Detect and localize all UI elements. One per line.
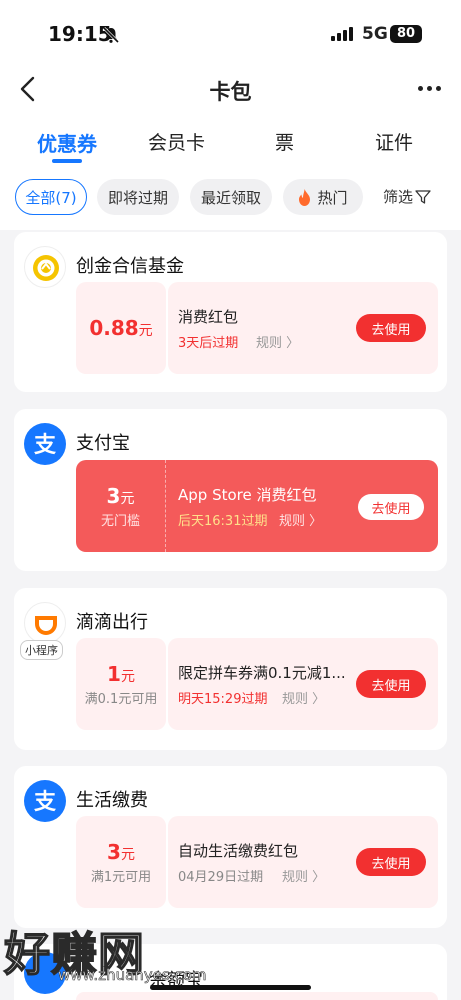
fund-logo-icon bbox=[33, 255, 59, 281]
didi-icon bbox=[35, 616, 57, 635]
svg-text:支: 支 bbox=[34, 790, 57, 815]
coupon-name: 消费红包 bbox=[178, 308, 239, 326]
coupon-amount: 3元 bbox=[107, 839, 135, 864]
coupon-amount-box: 3元 无门槛 bbox=[76, 460, 166, 552]
watermark-url: www.zhuanyes.com bbox=[58, 966, 207, 985]
coupon-expiry: 3天后过期 bbox=[178, 336, 239, 351]
coupon-name: App Store 消费红包 bbox=[178, 486, 317, 504]
coupon-amount-box: 1元 满0.1元可用 bbox=[76, 638, 166, 730]
merchant-name: 支付宝 bbox=[76, 433, 130, 454]
bell-muted-icon bbox=[102, 26, 120, 44]
use-button[interactable]: 去使用 bbox=[356, 314, 426, 342]
coupon-info[interactable]: 消费红包 3天后过期 规则 〉 去使用 bbox=[168, 282, 438, 374]
coupon-card: 小程序 滴滴出行 1元 满0.1元可用 限定拼车券满0.1元减1... 明天15… bbox=[14, 588, 447, 750]
alipay-icon: 支 bbox=[34, 790, 57, 815]
merchant-logo bbox=[24, 602, 66, 644]
svg-text:支: 支 bbox=[34, 433, 57, 458]
filter-label: 筛选 bbox=[383, 188, 414, 206]
filter-icon bbox=[415, 189, 431, 204]
coupon-expiry: 后天16:31过期 bbox=[178, 514, 268, 529]
coupon-rule-link[interactable]: 规则 〉 bbox=[256, 332, 299, 351]
coupon-rule-link[interactable]: 规则 〉 bbox=[282, 866, 325, 885]
merchant-name: 生活缴费 bbox=[76, 790, 148, 811]
coupon-rule-link[interactable]: 规则 〉 bbox=[279, 510, 322, 529]
chip-all[interactable]: 全部(7) bbox=[15, 179, 87, 215]
coupon-info bbox=[76, 992, 438, 1000]
merchant-name: 滴滴出行 bbox=[76, 612, 148, 633]
tab-coupons[interactable]: 优惠券 bbox=[37, 128, 97, 157]
use-button[interactable]: 去使用 bbox=[356, 848, 426, 876]
home-indicator[interactable] bbox=[150, 985, 311, 990]
chip-expiring[interactable]: 即将过期 bbox=[97, 179, 179, 215]
chip-hot[interactable]: 热门 bbox=[283, 179, 363, 215]
merchant-name: 创金合信基金 bbox=[76, 256, 184, 277]
tab-tickets[interactable]: 票 bbox=[275, 128, 294, 155]
use-button[interactable]: 去使用 bbox=[356, 670, 426, 698]
coupon-amount: 3元 bbox=[106, 483, 135, 508]
coupon-amount: 1元 bbox=[107, 661, 135, 686]
tab-ids[interactable]: 证件 bbox=[375, 128, 413, 155]
coupon-condition: 满1元可用 bbox=[90, 869, 152, 885]
page-title: 卡包 bbox=[209, 80, 252, 104]
merchant-logo bbox=[24, 246, 66, 288]
coupon-expiry: 明天15:29过期 bbox=[178, 692, 268, 707]
coupon-info[interactable]: 限定拼车券满0.1元减1... 明天15:29过期 规则 〉 去使用 bbox=[168, 638, 438, 730]
coupon-highlight[interactable]: 3元 无门槛 App Store 消费红包 后天16:31过期 规则 〉 去使用 bbox=[76, 460, 438, 552]
merchant-logo: 支 bbox=[24, 423, 66, 465]
coupon-info[interactable]: 自动生活缴费红包 04月29日过期 规则 〉 去使用 bbox=[168, 816, 438, 908]
coupon-card: 支 生活缴费 3元 满1元可用 自动生活缴费红包 04月29日过期 规则 〉 去… bbox=[14, 766, 447, 928]
signal-icon bbox=[331, 27, 353, 41]
tab-member-cards[interactable]: 会员卡 bbox=[148, 128, 205, 155]
coupon-name: 限定拼车券满0.1元减1... bbox=[178, 664, 346, 682]
alipay-icon: 支 bbox=[34, 433, 57, 458]
network-type: 5G bbox=[362, 24, 388, 44]
mini-program-tag: 小程序 bbox=[20, 640, 63, 660]
merchant-logo: 支 bbox=[24, 780, 66, 822]
coupon-rule-link[interactable]: 规则 〉 bbox=[282, 688, 325, 707]
coupon-card: 创金合信基金 0.88元 消费红包 3天后过期 规则 〉 去使用 bbox=[14, 232, 447, 392]
more-icon[interactable] bbox=[418, 86, 441, 91]
flame-icon bbox=[299, 188, 311, 206]
coupon-expiry: 04月29日过期 bbox=[178, 870, 264, 885]
coupon-amount-box: 3元 满1元可用 bbox=[76, 816, 166, 908]
battery-icon: 80 bbox=[390, 25, 422, 43]
tab-indicator bbox=[52, 159, 82, 163]
coupon-amount: 0.88元 bbox=[89, 316, 153, 340]
chip-hot-label: 热门 bbox=[317, 188, 348, 207]
coupon-card: 支 支付宝 3元 无门槛 App Store 消费红包 后天16:31过期 规则… bbox=[14, 409, 447, 571]
filter-button[interactable]: 筛选 bbox=[383, 186, 431, 207]
use-button[interactable]: 去使用 bbox=[358, 494, 424, 520]
coupon-condition: 满0.1元可用 bbox=[84, 691, 158, 707]
coupon-name: 自动生活缴费红包 bbox=[178, 842, 299, 860]
coupon-condition: 无门槛 bbox=[100, 513, 140, 529]
chip-recent[interactable]: 最近领取 bbox=[190, 179, 272, 215]
coupon-amount-box: 0.88元 bbox=[76, 282, 166, 374]
